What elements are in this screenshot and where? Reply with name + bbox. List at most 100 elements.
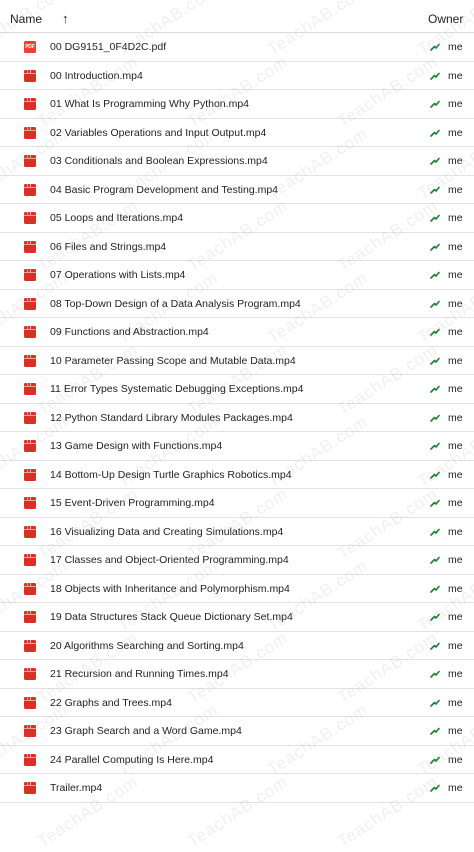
- file-name[interactable]: 18 Objects with Inheritance and Polymorp…: [50, 583, 290, 595]
- owner-name: me: [448, 383, 463, 395]
- file-name[interactable]: 14 Bottom-Up Design Turtle Graphics Robo…: [50, 469, 292, 481]
- shared-link-icon: [430, 328, 440, 336]
- shared-link-icon: [430, 186, 440, 194]
- file-name[interactable]: Trailer.mp4: [50, 782, 102, 794]
- file-row[interactable]: Trailer.mp4 me: [0, 774, 474, 803]
- file-row[interactable]: 00 Introduction.mp4 me: [0, 62, 474, 90]
- owner-name: me: [448, 240, 463, 253]
- file-name[interactable]: 04 Basic Program Development and Testing…: [50, 184, 278, 196]
- file-row[interactable]: 04 Basic Program Development and Testing…: [0, 176, 474, 204]
- owner-name: me: [448, 440, 463, 452]
- file-name[interactable]: 06 Files and Strings.mp4: [50, 241, 166, 253]
- file-row[interactable]: 21 Recursion and Running Times.mp4 me: [0, 660, 474, 689]
- owner-name: me: [448, 497, 463, 509]
- video-file-icon: [24, 269, 36, 281]
- file-row[interactable]: 15 Event-Driven Programming.mp4 me: [0, 489, 474, 518]
- file-list: PDF 00 DG9151_0F4D2C.pdf me 00 Introduction…: [0, 33, 474, 803]
- file-row[interactable]: 10 Parameter Passing Scope and Mutable D…: [0, 347, 474, 375]
- owner-name: me: [448, 98, 463, 110]
- file-row[interactable]: 09 Functions and Abstraction.mp4 me: [0, 318, 474, 347]
- video-file-icon: [24, 297, 36, 310]
- video-file-icon: [24, 782, 36, 794]
- file-name[interactable]: 16 Visualizing Data and Creating Simulat…: [50, 526, 283, 538]
- shared-link-icon: [430, 385, 440, 393]
- owner-name: me: [448, 126, 463, 139]
- file-name[interactable]: 15 Event-Driven Programming.mp4: [50, 497, 215, 509]
- shared-link-icon: [430, 556, 440, 564]
- list-header: Name ↑ Owner: [0, 0, 474, 33]
- file-name[interactable]: 13 Game Design with Functions.mp4: [50, 440, 222, 452]
- video-file-icon: [24, 155, 36, 167]
- file-row[interactable]: 06 Files and Strings.mp4 me: [0, 233, 474, 261]
- file-name[interactable]: 09 Functions and Abstraction.mp4: [50, 326, 209, 338]
- file-name[interactable]: 12 Python Standard Library Modules Packa…: [50, 412, 293, 424]
- owner-column-header[interactable]: Owner: [428, 12, 463, 26]
- file-name[interactable]: 03 Conditionals and Boolean Expressions.…: [50, 155, 268, 167]
- owner-name: me: [448, 411, 463, 424]
- owner-name: me: [448, 212, 463, 224]
- owner-name: me: [448, 269, 463, 281]
- file-name[interactable]: 10 Parameter Passing Scope and Mutable D…: [50, 355, 296, 367]
- video-file-icon: [24, 354, 36, 367]
- video-file-icon: [24, 183, 36, 196]
- file-row[interactable]: 01 What Is Programming Why Python.mp4 me: [0, 90, 474, 119]
- file-row[interactable]: 23 Graph Search and a Word Game.mp4 me: [0, 717, 474, 746]
- name-column-header[interactable]: Name ↑: [10, 12, 69, 26]
- owner-name: me: [448, 468, 463, 481]
- shared-link-icon: [430, 72, 440, 80]
- video-file-icon: [24, 411, 36, 424]
- video-file-icon: [24, 753, 36, 766]
- file-row[interactable]: 19 Data Structures Stack Queue Dictionar…: [0, 603, 474, 632]
- file-name[interactable]: 00 Introduction.mp4: [50, 70, 143, 82]
- file-name[interactable]: 20 Algorithms Searching and Sorting.mp4: [50, 640, 244, 652]
- file-row[interactable]: 11 Error Types Systematic Debugging Exce…: [0, 375, 474, 404]
- file-name[interactable]: 08 Top-Down Design of a Data Analysis Pr…: [50, 298, 301, 310]
- file-name[interactable]: 19 Data Structures Stack Queue Dictionar…: [50, 611, 293, 623]
- file-row[interactable]: 08 Top-Down Design of a Data Analysis Pr…: [0, 290, 474, 318]
- shared-link-icon: [430, 357, 440, 365]
- owner-name: me: [448, 183, 463, 196]
- video-file-icon: [24, 725, 36, 737]
- file-row[interactable]: 24 Parallel Computing Is Here.mp4 me: [0, 746, 474, 774]
- owner-name: me: [448, 725, 463, 737]
- file-row[interactable]: PDF 00 DG9151_0F4D2C.pdf me: [0, 33, 474, 62]
- file-name[interactable]: 17 Classes and Object-Oriented Programmi…: [50, 554, 289, 566]
- file-name[interactable]: 11 Error Types Systematic Debugging Exce…: [50, 383, 304, 395]
- file-name[interactable]: 05 Loops and Iterations.mp4: [50, 212, 183, 224]
- shared-link-icon: [430, 699, 440, 707]
- video-file-icon: [24, 98, 36, 110]
- file-name[interactable]: 01 What Is Programming Why Python.mp4: [50, 98, 249, 110]
- name-column-label: Name: [10, 12, 43, 26]
- owner-name: me: [448, 554, 463, 566]
- file-row[interactable]: 16 Visualizing Data and Creating Simulat…: [0, 518, 474, 546]
- sort-ascending-icon[interactable]: ↑: [62, 12, 69, 25]
- shared-link-icon: [430, 670, 440, 678]
- file-row[interactable]: 05 Loops and Iterations.mp4 me: [0, 204, 474, 233]
- file-row[interactable]: 03 Conditionals and Boolean Expressions.…: [0, 147, 474, 176]
- file-row[interactable]: 02 Variables Operations and Input Output…: [0, 119, 474, 147]
- owner-name: me: [448, 69, 463, 82]
- file-name[interactable]: 23 Graph Search and a Word Game.mp4: [50, 725, 242, 737]
- shared-link-icon: [430, 129, 440, 137]
- file-name[interactable]: 22 Graphs and Trees.mp4: [50, 697, 172, 709]
- pdf-file-icon: PDF: [24, 41, 36, 53]
- file-row[interactable]: 13 Game Design with Functions.mp4 me: [0, 432, 474, 461]
- file-row[interactable]: 12 Python Standard Library Modules Packa…: [0, 404, 474, 432]
- file-row[interactable]: 22 Graphs and Trees.mp4 me: [0, 689, 474, 717]
- file-name[interactable]: 24 Parallel Computing Is Here.mp4: [50, 754, 213, 766]
- file-row[interactable]: 18 Objects with Inheritance and Polymorp…: [0, 575, 474, 603]
- file-name[interactable]: 00 DG9151_0F4D2C.pdf: [50, 41, 166, 53]
- file-row[interactable]: 17 Classes and Object-Oriented Programmi…: [0, 546, 474, 575]
- file-row[interactable]: 14 Bottom-Up Design Turtle Graphics Robo…: [0, 461, 474, 489]
- owner-name: me: [448, 611, 463, 623]
- file-name[interactable]: 02 Variables Operations and Input Output…: [50, 127, 266, 139]
- file-row[interactable]: 07 Operations with Lists.mp4 me: [0, 261, 474, 290]
- shared-link-icon: [430, 442, 440, 450]
- video-file-icon: [24, 468, 36, 481]
- file-name[interactable]: 07 Operations with Lists.mp4: [50, 269, 185, 281]
- video-file-icon: [24, 440, 36, 452]
- owner-name: me: [448, 354, 463, 367]
- shared-link-icon: [430, 727, 440, 735]
- file-row[interactable]: 20 Algorithms Searching and Sorting.mp4 m…: [0, 632, 474, 660]
- file-name[interactable]: 21 Recursion and Running Times.mp4: [50, 668, 229, 680]
